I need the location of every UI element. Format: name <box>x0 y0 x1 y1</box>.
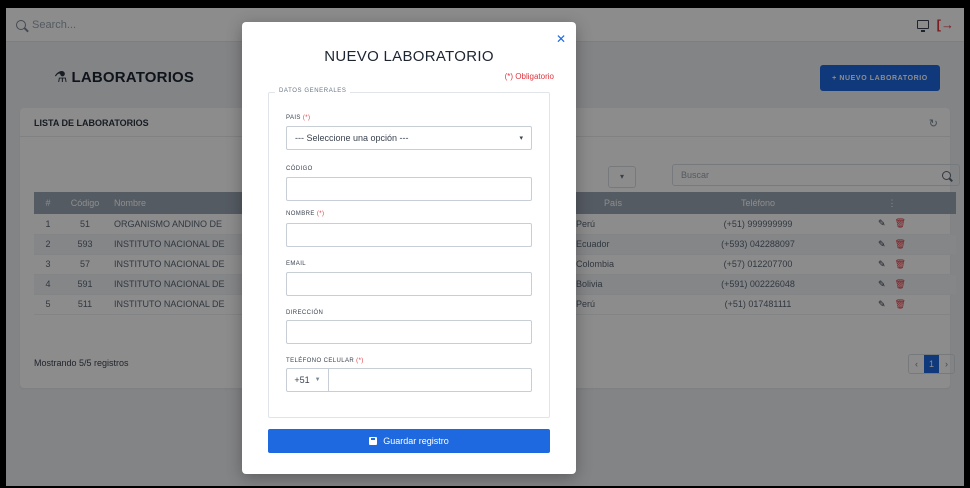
telefono-input[interactable]: +51 ▼ <box>286 368 532 392</box>
pais-select[interactable]: --- Seleccione una opción --- ▾ <box>286 126 532 150</box>
codigo-input[interactable] <box>286 177 532 201</box>
email-input[interactable] <box>286 272 532 296</box>
codigo-label: CÓDIGO <box>286 166 313 172</box>
close-icon[interactable]: ✕ <box>556 32 566 46</box>
email-label: EMAIL <box>286 261 307 267</box>
pais-select-value: --- Seleccione una opción --- <box>295 133 409 143</box>
chevron-down-icon: ▼ <box>314 377 321 383</box>
telefono-label: TELÉFONO CELULAR (*) <box>286 358 364 364</box>
direccion-input[interactable] <box>286 320 532 344</box>
country-code-value: +51 <box>294 375 310 385</box>
required-note: (*) Obligatorio <box>504 72 554 81</box>
new-laboratory-modal: ✕ NUEVO LABORATORIO (*) Obligatorio DATO… <box>242 22 576 474</box>
direccion-label: DIRECCIÓN <box>286 310 324 316</box>
country-code-select[interactable]: +51 ▼ <box>287 369 329 391</box>
general-data-section: DATOS GENERALES PAIS (*) --- Seleccione … <box>268 88 550 418</box>
modal-title: NUEVO LABORATORIO <box>324 48 494 65</box>
pais-label: PAIS (*) <box>286 115 311 121</box>
chevron-down-icon: ▾ <box>519 135 523 142</box>
save-record-button[interactable]: Guardar registro <box>268 429 550 453</box>
section-legend: DATOS GENERALES <box>275 88 351 94</box>
nombre-label: NOMBRE (*) <box>286 211 325 217</box>
save-button-label: Guardar registro <box>383 436 449 446</box>
nombre-input[interactable] <box>286 223 532 247</box>
save-icon <box>369 437 378 445</box>
